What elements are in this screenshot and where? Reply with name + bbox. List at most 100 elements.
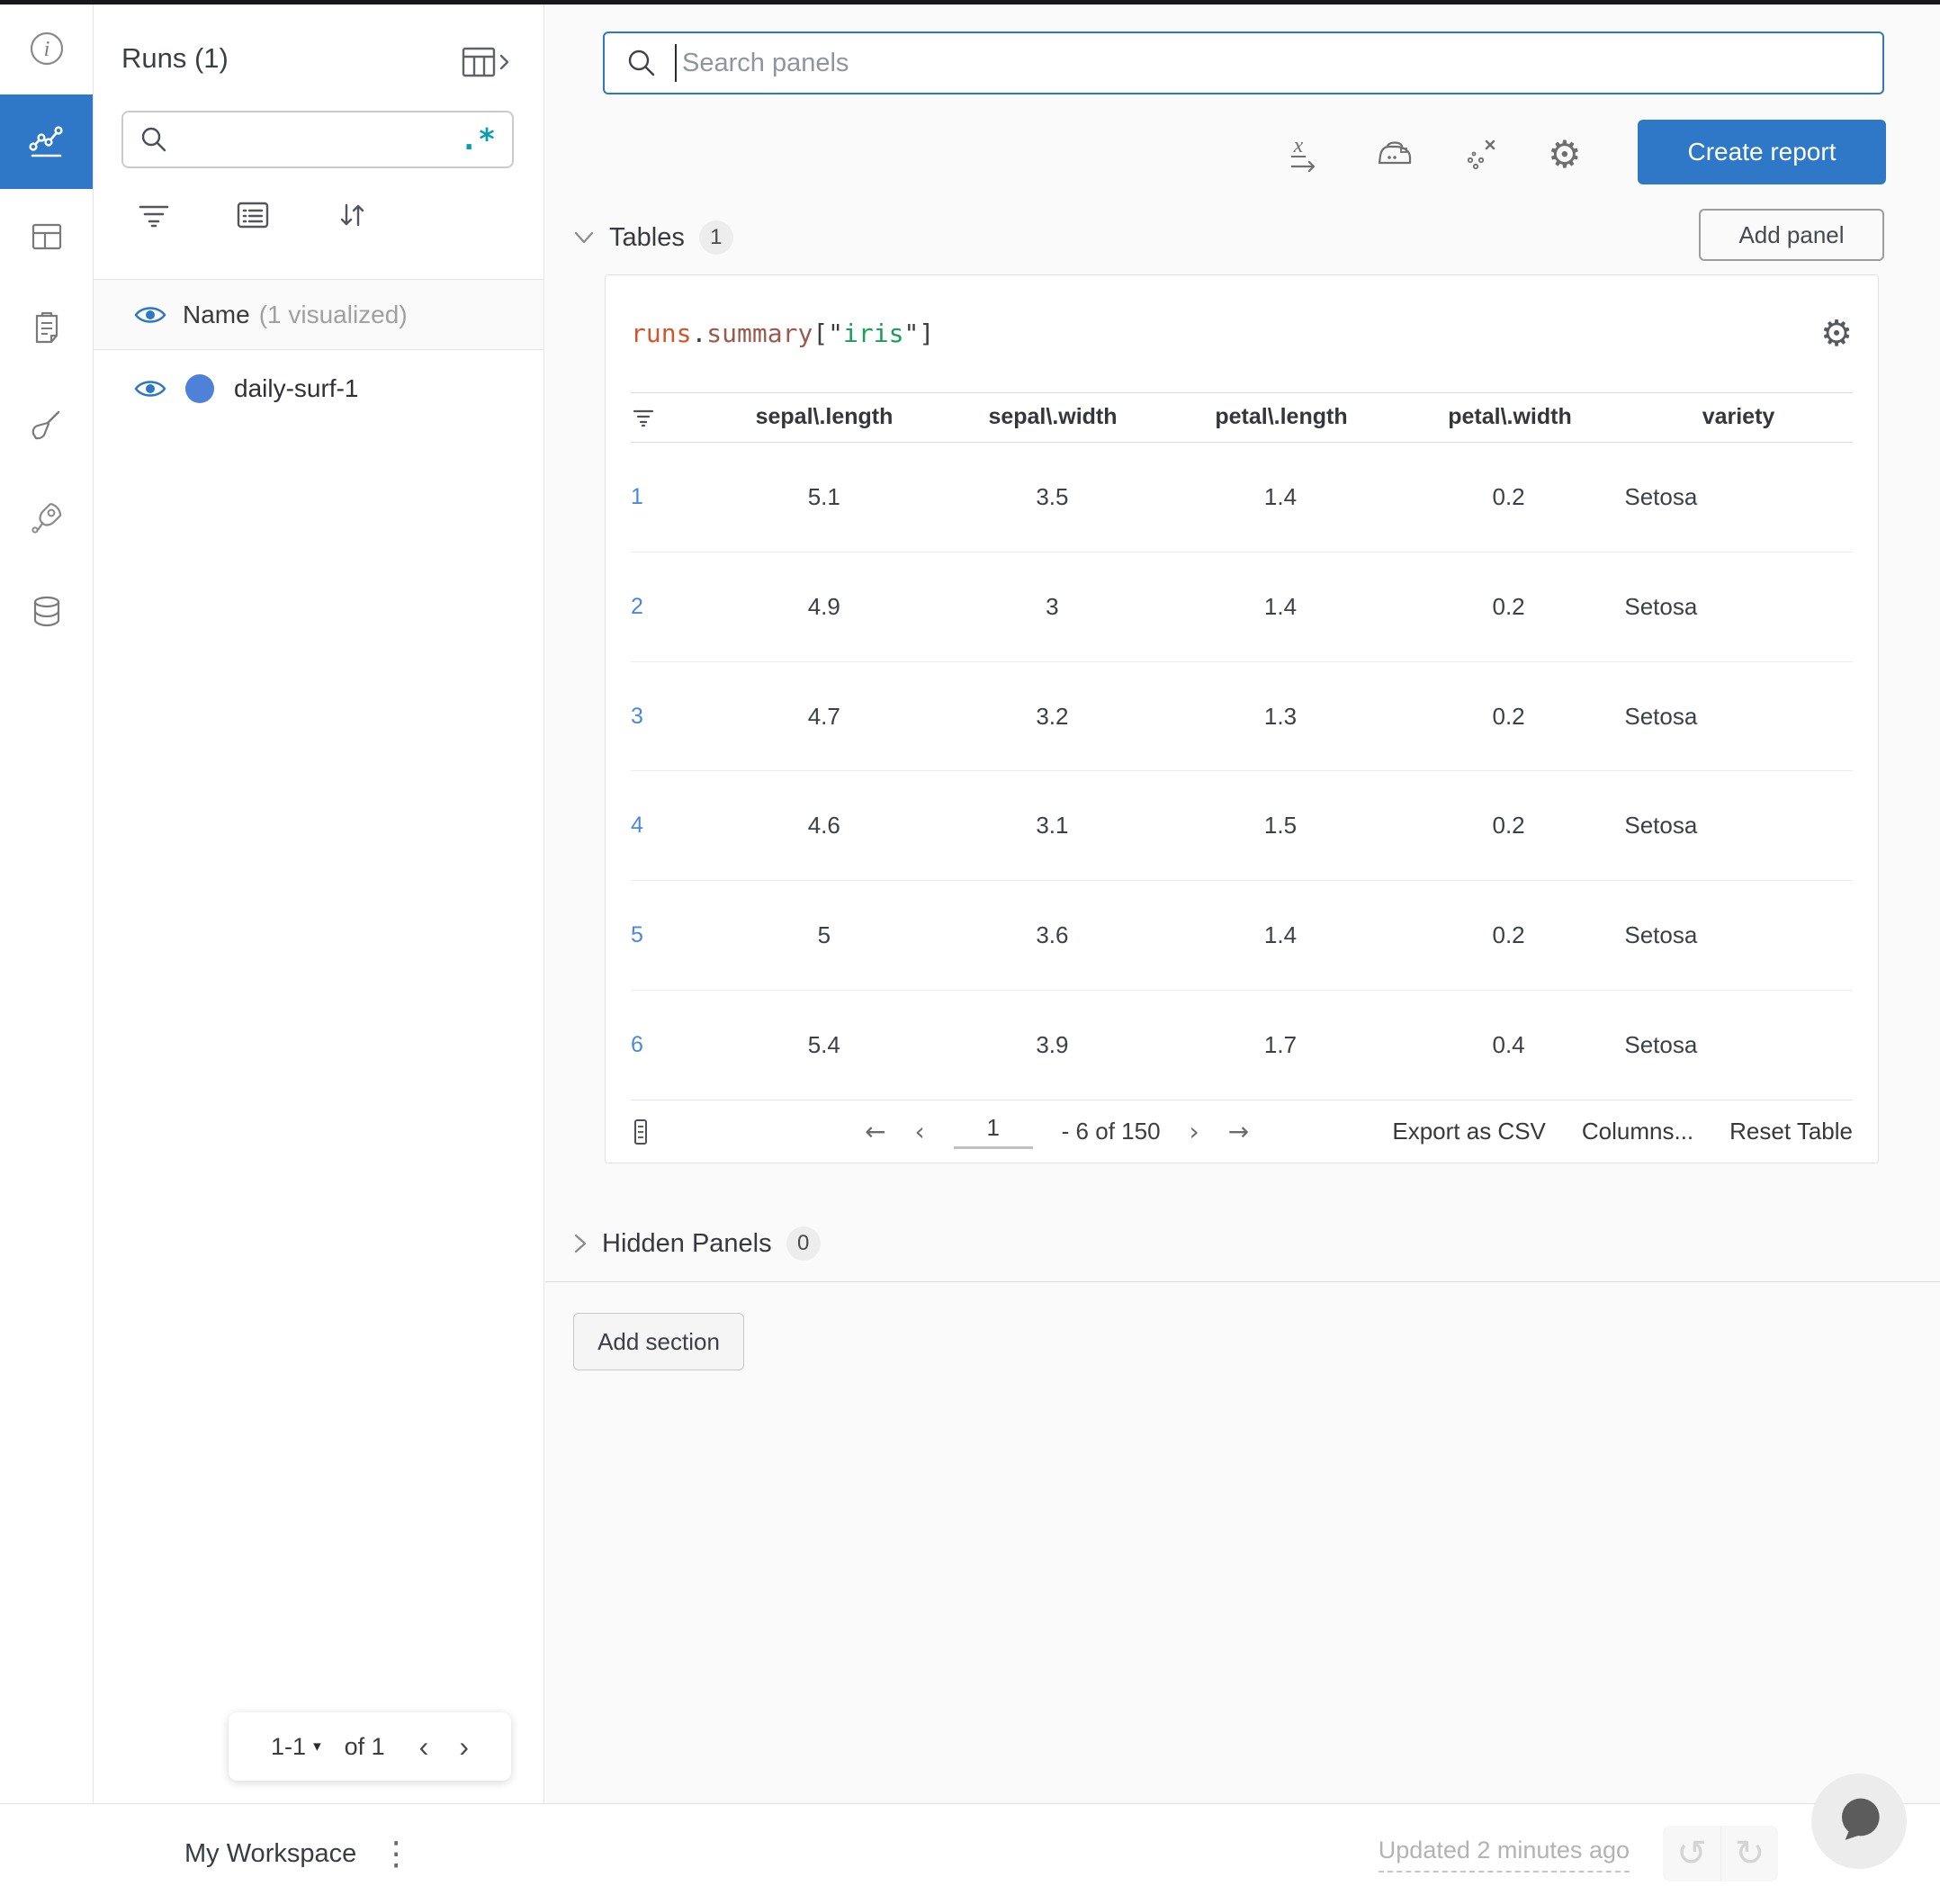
runs-search-input[interactable] [179, 125, 461, 154]
page-size-dropdown-icon[interactable]: ▾ [313, 1738, 321, 1756]
line-chart-icon [28, 125, 63, 157]
runs-list-header: Name (1 visualized) [94, 279, 543, 350]
run-row[interactable]: daily-surf-1 [94, 350, 543, 427]
panel-settings-gear-icon[interactable]: ⚙ [1820, 313, 1853, 355]
table-footer: ← ‹ 1 - 6 of 150 › → Export as CSV Colum… [631, 1100, 1853, 1163]
nav-info-item[interactable]: i [0, 28, 93, 69]
page-number-input[interactable]: 1 [953, 1114, 1033, 1150]
status-bar: My Workspace ⋮ Updated 2 minutes ago ↺ ↻ [0, 1803, 1940, 1904]
display-settings-icon[interactable] [233, 195, 273, 235]
nav-panels-item[interactable] [0, 216, 93, 257]
chevron-right-icon[interactable] [573, 1233, 588, 1254]
last-page-button[interactable]: → [1228, 1117, 1249, 1146]
header-index-cell [631, 406, 710, 429]
row-index-link[interactable]: 5 [631, 922, 710, 948]
cell-petal-length: 1.4 [1263, 921, 1298, 949]
visibility-eye-icon[interactable] [133, 377, 167, 400]
row-index-link[interactable]: 2 [631, 594, 710, 620]
chat-support-button[interactable] [1811, 1774, 1907, 1869]
runs-next-page-button[interactable]: › [459, 1730, 469, 1764]
column-header[interactable]: petal\.width [1396, 404, 1624, 430]
column-header[interactable]: sepal\.width [939, 404, 1167, 430]
first-page-button[interactable]: ← [865, 1117, 885, 1146]
nav-reports-item[interactable] [0, 308, 93, 349]
runs-sidebar: Runs (1) .* Name (1 visualized) daily-su… [94, 4, 544, 1803]
table-row: 1 5.1 3.5 1.4 0.2 Setosa [631, 443, 1853, 552]
expr-bracket-open: [" [813, 319, 844, 349]
cell-petal-length: 1.7 [1263, 1031, 1298, 1059]
runs-controls [134, 195, 372, 235]
hidden-panels-section-header[interactable]: Hidden Panels 0 [573, 1226, 821, 1261]
column-header[interactable]: variety [1624, 404, 1853, 430]
runs-page-range[interactable]: 1-1 [271, 1733, 306, 1761]
cell-sepal-length: 5.4 [807, 1031, 840, 1059]
row-height-icon[interactable] [631, 1118, 651, 1146]
cell-petal-length: 1.4 [1263, 592, 1298, 620]
export-csv-button[interactable]: Export as CSV [1392, 1118, 1546, 1145]
redo-icon[interactable]: ↻ [1720, 1826, 1778, 1882]
workspace-name-label[interactable]: My Workspace [184, 1839, 356, 1869]
info-icon: i [30, 31, 63, 66]
add-panel-button[interactable]: Add panel [1699, 209, 1884, 261]
tables-section-label[interactable]: Tables [609, 223, 685, 253]
visibility-eye-icon[interactable] [133, 303, 167, 327]
cell-sepal-length: 4.7 [807, 702, 840, 730]
row-index-link[interactable]: 1 [631, 484, 710, 510]
kebab-menu-icon[interactable]: ⋮ [380, 1837, 412, 1870]
x-axis-settings-icon[interactable]: x [1287, 132, 1328, 177]
settings-gear-icon[interactable]: ⚙ [1548, 135, 1582, 175]
regex-toggle-icon[interactable]: .* [460, 124, 496, 154]
panel-search-box[interactable] [603, 31, 1884, 94]
last-updated-label[interactable]: Updated 2 minutes ago [1378, 1837, 1630, 1873]
panel-search-input[interactable] [677, 48, 1882, 78]
smoothing-iron-icon[interactable] [1373, 132, 1416, 177]
cell-petal-width: 0.2 [1492, 592, 1525, 620]
table-filter-icon[interactable] [631, 406, 656, 429]
prev-page-button[interactable]: ‹ [914, 1117, 924, 1146]
runs-search-box[interactable]: .* [121, 111, 514, 168]
nav-workspace-item[interactable] [0, 94, 93, 189]
cell-petal-width: 0.2 [1492, 812, 1525, 840]
tables-count-badge: 1 [698, 220, 733, 255]
cell-sepal-width: 3.2 [1036, 702, 1069, 730]
nav-launch-item[interactable] [0, 498, 93, 540]
table-row: 5 5 3.6 1.4 0.2 Setosa [631, 881, 1853, 992]
tables-section-header[interactable]: Tables 1 [573, 220, 733, 255]
cell-variety: Setosa [1624, 592, 1698, 620]
create-report-button[interactable]: Create report [1638, 120, 1886, 184]
nav-sweeps-item[interactable] [0, 406, 93, 447]
add-section-button[interactable]: Add section [573, 1313, 744, 1370]
section-divider [545, 1281, 1940, 1282]
runs-prev-page-button[interactable]: ‹ [419, 1730, 429, 1764]
workspace-action-icons: x ⚙ [1287, 132, 1582, 177]
runs-column-name-label[interactable]: Name [183, 301, 250, 329]
reset-table-button[interactable]: Reset Table [1729, 1118, 1853, 1145]
next-page-button[interactable]: › [1190, 1117, 1199, 1146]
workspace-switcher[interactable]: My Workspace ⋮ [184, 1804, 412, 1904]
outliers-icon[interactable] [1461, 132, 1503, 177]
chevron-down-icon[interactable] [573, 230, 595, 245]
iris-table-panel[interactable]: runs.summary["iris"] ⚙ sepal\.length sepa… [605, 274, 1879, 1163]
row-index-link[interactable]: 4 [631, 813, 710, 839]
run-color-dot[interactable] [185, 374, 214, 403]
column-header[interactable]: sepal\.length [710, 404, 939, 430]
database-icon [33, 596, 59, 627]
cell-petal-width: 0.4 [1492, 1031, 1525, 1059]
table-row: 2 4.9 3 1.4 0.2 Setosa [631, 552, 1853, 662]
panel-expression[interactable]: runs.summary["iris"] [631, 319, 934, 348]
table-row: 4 4.6 3.1 1.5 0.2 Setosa [631, 771, 1853, 882]
rocket-icon [31, 503, 61, 534]
table-footer-links: Export as CSV Columns... Reset Table [1392, 1118, 1853, 1145]
nav-artifacts-item[interactable] [0, 592, 93, 633]
cell-sepal-width: 3.6 [1036, 921, 1069, 949]
hidden-panels-label[interactable]: Hidden Panels [602, 1229, 772, 1259]
filter-icon[interactable] [134, 195, 174, 235]
sort-icon[interactable] [332, 195, 372, 235]
row-index-link[interactable]: 3 [631, 704, 710, 730]
column-header[interactable]: petal\.length [1167, 404, 1396, 430]
undo-icon[interactable]: ↺ [1663, 1826, 1720, 1882]
expand-run-table-button[interactable] [461, 44, 511, 82]
columns-button[interactable]: Columns... [1582, 1118, 1693, 1145]
row-index-link[interactable]: 6 [631, 1032, 710, 1058]
run-name-label[interactable]: daily-surf-1 [234, 374, 358, 403]
